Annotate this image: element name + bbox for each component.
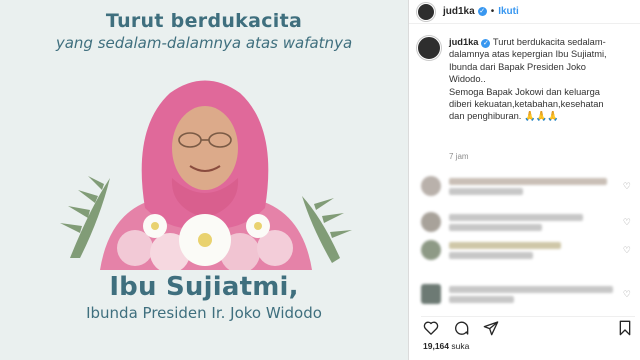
comment-like-icon[interactable]: ♡ (623, 289, 631, 300)
comment-bubble-icon (455, 321, 469, 335)
comment-text-blurred (449, 211, 635, 234)
fern-right (302, 196, 352, 263)
post-header: jud1ka ✓ • Ikuti (409, 0, 640, 24)
face (172, 106, 238, 190)
header-username[interactable]: jud1ka (443, 6, 475, 17)
caption-avatar[interactable] (417, 36, 441, 60)
comment-item[interactable]: ♡ (421, 238, 635, 262)
fern-left (60, 176, 110, 258)
separator-dot: • (490, 6, 495, 17)
post-timestamp[interactable]: 7 jam (449, 152, 469, 161)
deceased-relation: Ibunda Presiden Ir. Joko Widodo (86, 304, 322, 322)
comment-avatar (421, 240, 441, 260)
likes-suffix: suka (451, 341, 470, 351)
bookmark-icon (619, 320, 631, 335)
verified-badge-icon: ✓ (477, 7, 487, 16)
comment-like-icon[interactable]: ♡ (623, 245, 631, 256)
save-button[interactable] (615, 318, 635, 338)
headline-title: Turut berdukacita (105, 10, 303, 32)
headline-subtitle: yang sedalam-dalamnya atas wafatnya (55, 34, 353, 52)
portrait-illustration (60, 80, 352, 270)
caption-line-2: dalamnya atas kepergian Ibu Sujiatmi, (449, 49, 607, 60)
verified-badge-icon: ✓ (481, 39, 491, 48)
caption-line-5: Semoga Bapak Jokowi dan keluarga (449, 86, 600, 97)
caption-line-1: jud1ka ✓ Turut berdukacita sedalam- (449, 37, 606, 48)
comment-avatar (421, 284, 441, 304)
comment-item[interactable]: ♡ (421, 282, 635, 306)
avatar[interactable] (417, 2, 435, 21)
follow-button[interactable]: Ikuti (498, 6, 519, 17)
share-button[interactable] (481, 318, 501, 338)
comment-item[interactable]: ♡ (421, 210, 635, 234)
comment-avatar (421, 212, 441, 232)
comment-item[interactable]: ♡ (421, 174, 635, 198)
caption-line-7: dan penghiburan. 🙏🙏🙏 (449, 111, 559, 122)
paper-plane-icon (483, 320, 499, 335)
caption-username[interactable]: jud1ka (449, 37, 478, 47)
comment-avatar (421, 176, 441, 196)
comment-text-blurred (449, 175, 635, 198)
deceased-name: Ibu Sujiatmi, (109, 272, 299, 302)
caption: jud1ka ✓ Turut berdukacita sedalam- dalam… (417, 36, 635, 123)
post-image[interactable]: Turut berdukacita yang sedalam-dalamnya … (0, 0, 408, 360)
comment-like-icon[interactable]: ♡ (623, 181, 631, 192)
heart-icon (423, 321, 439, 335)
caption-line-3: Ibunda dari Bapak Presiden Joko (449, 61, 586, 72)
caption-text: jud1ka ✓ Turut berdukacita sedalam- dalam… (449, 36, 607, 123)
comment-button[interactable] (451, 318, 471, 338)
comment-like-icon[interactable]: ♡ (623, 217, 631, 228)
likes-count[interactable]: 19,164 suka (423, 341, 469, 351)
comment-text-blurred (449, 283, 635, 306)
like-button[interactable] (421, 318, 441, 338)
post-sidebar: jud1ka ✓ • Ikuti jud1ka ✓ Turut berdukaci… (408, 0, 640, 360)
action-bar (421, 316, 635, 336)
caption-line-6: diberi kekuatan,ketabahan,kesehatan (449, 99, 604, 110)
caption-line-4: Widodo.. (449, 74, 486, 85)
comment-text-blurred (449, 239, 635, 262)
likes-number: 19,164 (423, 341, 449, 351)
